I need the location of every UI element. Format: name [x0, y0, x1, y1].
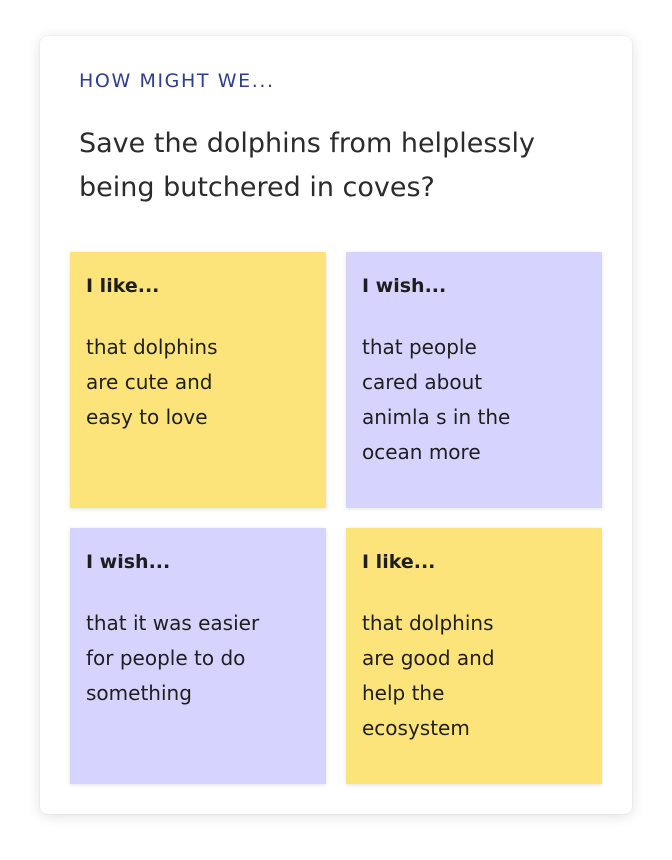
note-title: I like... — [86, 275, 160, 297]
hmw-kicker: HOW MIGHT WE... — [79, 70, 275, 92]
note-body: that dolphins are good and help the ecos… — [362, 611, 495, 740]
hmw-question: Save the dolphins from helplessly being … — [79, 128, 535, 203]
sticky-note[interactable]: I like... that dolphins are good and hel… — [346, 528, 602, 784]
hmw-card: HOW MIGHT WE... Save the dolphins from h… — [40, 36, 632, 814]
note-title: I wish... — [362, 275, 447, 297]
sticky-note[interactable]: I like... that dolphins are cute and eas… — [70, 252, 326, 508]
note-title: I like... — [362, 551, 436, 573]
sticky-note[interactable]: I wish... that people cared about animla… — [346, 252, 602, 508]
note-body: that people cared about animla s in the … — [362, 335, 511, 464]
sticky-note[interactable]: I wish... that it was easier for people … — [70, 528, 326, 784]
note-body: that dolphins are cute and easy to love — [86, 335, 218, 429]
note-title: I wish... — [86, 551, 171, 573]
note-body: that it was easier for people to do some… — [86, 611, 260, 705]
